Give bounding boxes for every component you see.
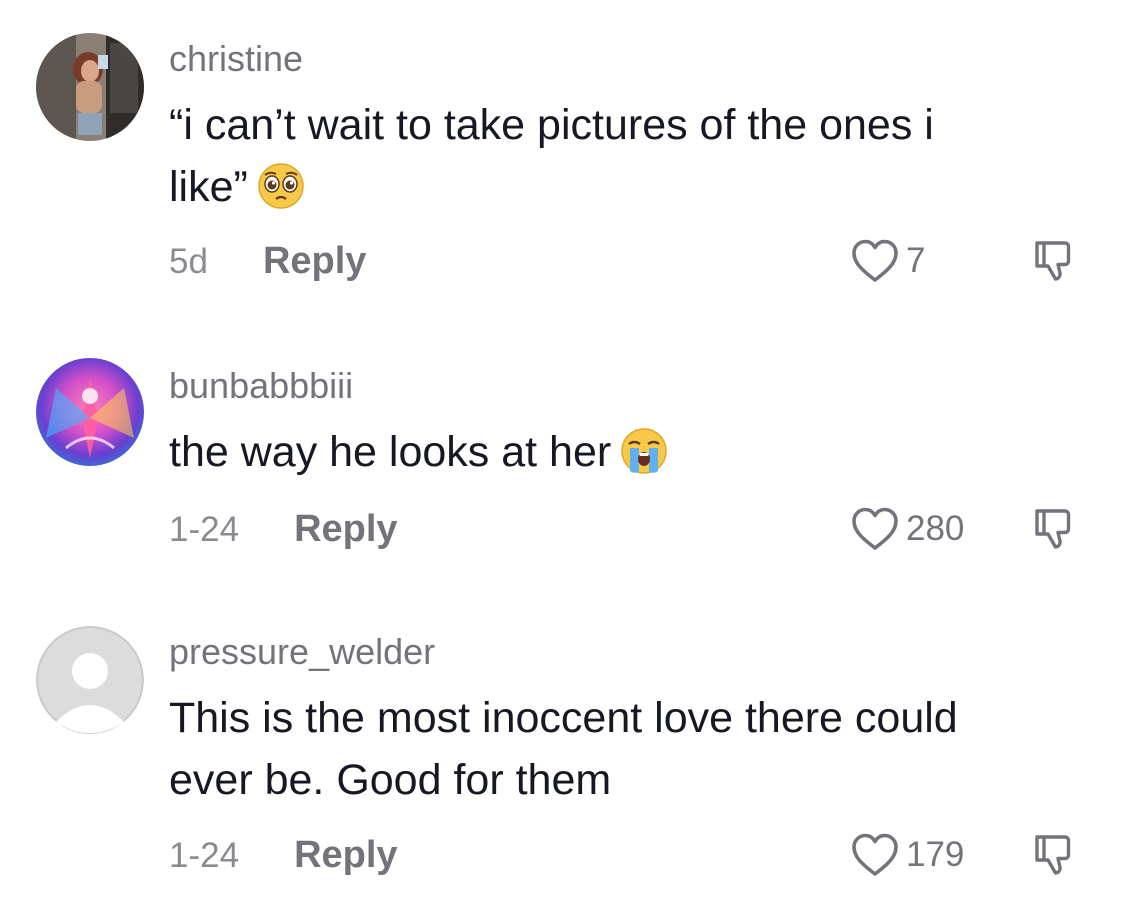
pleading-face-emoji bbox=[256, 161, 306, 211]
comment-text: This is the most inoccent love there cou… bbox=[169, 687, 1069, 811]
avatar[interactable] bbox=[36, 626, 144, 734]
comment-username[interactable]: christine bbox=[169, 41, 303, 77]
comment-date: 1-24 bbox=[169, 836, 240, 875]
comment-text: the way he looks at her bbox=[169, 421, 1069, 483]
comment-text-line: This is the most inoccent love there cou… bbox=[169, 694, 958, 742]
dislike-button[interactable] bbox=[1030, 238, 1076, 284]
heart-outline-icon bbox=[850, 506, 900, 552]
comment-date: 5d bbox=[169, 242, 208, 281]
reply-button[interactable]: Reply bbox=[263, 238, 366, 284]
like-count: 7 bbox=[906, 241, 926, 280]
comment-meta: 1-24 Reply bbox=[169, 832, 398, 878]
dislike-button[interactable] bbox=[1030, 506, 1076, 552]
avatar[interactable] bbox=[36, 33, 144, 141]
heart-outline-icon bbox=[850, 832, 900, 878]
thumbs-down-outline-icon bbox=[1030, 238, 1076, 284]
comment-text-line: the way he looks at her bbox=[169, 421, 1069, 483]
thumbs-down-outline-icon bbox=[1030, 832, 1076, 878]
comment-text-line: “i can’t wait to take pictures of the on… bbox=[169, 101, 934, 149]
reply-button[interactable]: Reply bbox=[294, 832, 397, 878]
comment-item: bunbabbbiii the way he looks at her 1-24… bbox=[0, 320, 1125, 600]
comment-meta: 5d Reply bbox=[169, 238, 366, 284]
comment-meta: 1-24 Reply bbox=[169, 506, 398, 552]
comment-text-line: like” bbox=[169, 156, 1069, 218]
comment-text-fragment: like” bbox=[169, 163, 248, 211]
comment-item: pressure_welder This is the most inoccen… bbox=[0, 600, 1125, 904]
like-count: 179 bbox=[906, 835, 965, 874]
like-button[interactable]: 280 bbox=[850, 506, 964, 552]
thumbs-down-outline-icon bbox=[1030, 506, 1076, 552]
comment-text-fragment: the way he looks at her bbox=[169, 428, 612, 476]
dislike-button[interactable] bbox=[1030, 832, 1076, 878]
comment-date: 1-24 bbox=[169, 510, 240, 549]
like-button[interactable]: 179 bbox=[850, 832, 964, 878]
comment-username[interactable]: pressure_welder bbox=[169, 634, 435, 670]
reply-button[interactable]: Reply bbox=[294, 506, 397, 552]
like-count: 280 bbox=[906, 509, 965, 548]
comment-item: christine “i can’t wait to take pictures… bbox=[0, 0, 1125, 320]
loudly-crying-face-emoji bbox=[619, 426, 669, 476]
comment-text: “i can’t wait to take pictures of the on… bbox=[169, 94, 1069, 218]
heart-outline-icon bbox=[850, 238, 900, 284]
avatar[interactable] bbox=[36, 358, 144, 466]
like-button[interactable]: 7 bbox=[850, 238, 925, 284]
comment-username[interactable]: bunbabbbiii bbox=[169, 368, 353, 404]
comment-text-line: ever be. Good for them bbox=[169, 756, 612, 804]
